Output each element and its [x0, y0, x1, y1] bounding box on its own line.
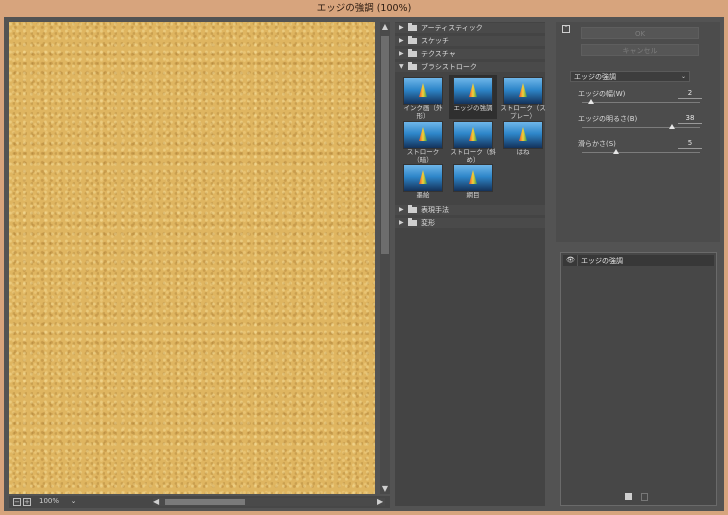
filter-label: インク画（外形）	[403, 104, 443, 120]
new-effect-layer-icon[interactable]	[625, 493, 632, 500]
param-label: エッジの幅(W)	[578, 90, 626, 98]
param-label: エッジの明るさ(B)	[578, 115, 638, 123]
zoom-in-button[interactable]: +	[23, 498, 31, 506]
slider-knob[interactable]	[588, 99, 595, 104]
param-smoothness: 滑らかさ(S) 5	[578, 139, 702, 161]
filter-thumb-angled-strokes[interactable]: ストローク（斜め）	[449, 119, 497, 164]
ok-button[interactable]: OK	[581, 27, 699, 39]
category-label: スケッチ	[421, 37, 449, 45]
scrollbar-thumb[interactable]	[381, 36, 389, 254]
filter-thumb-sprayed-strokes[interactable]: ストローク（スプレー）	[499, 75, 547, 120]
filter-label: エッジの強調	[453, 104, 493, 112]
category-distort[interactable]: ▶ 変形	[395, 218, 545, 228]
slider-track[interactable]	[582, 102, 700, 103]
category-label: 変形	[421, 219, 435, 227]
scroll-down-icon[interactable]: ▼	[380, 484, 390, 494]
triangle-down-icon: ▼	[399, 63, 404, 70]
filter-preview-image	[453, 164, 493, 192]
param-edge-brightness: エッジの明るさ(B) 38	[578, 114, 702, 136]
filter-select[interactable]: エッジの強調 ⌄	[570, 71, 690, 82]
zoom-out-button[interactable]: −	[13, 498, 21, 506]
folder-open-icon	[408, 62, 417, 70]
category-stylize[interactable]: ▶ 表現手法	[395, 205, 545, 215]
scrollbar-thumb[interactable]	[165, 499, 245, 505]
triangle-right-icon: ▶	[399, 50, 404, 57]
effect-layer-row[interactable]: 👁 エッジの強調	[563, 255, 714, 266]
preview-vertical-scrollbar[interactable]: ▲ ▼	[380, 22, 390, 494]
chevron-down-icon: ⌄	[680, 73, 686, 80]
preview-canvas[interactable]	[9, 22, 375, 494]
folder-icon	[408, 218, 417, 226]
filter-preview-image	[503, 77, 543, 105]
filter-label: ストローク（スプレー）	[500, 104, 546, 120]
filter-settings-panel: ⌃ OK キャンセル エッジの強調 ⌄ エッジの幅(W) 2 エッジの明るさ(B…	[556, 22, 720, 242]
collapse-gallery-icon[interactable]: ⌃	[562, 25, 570, 33]
filter-preview-image	[453, 121, 493, 149]
preview-status-bar: − + 100% ⌄ ◀ ▶	[9, 496, 390, 508]
filter-label: 網目	[466, 191, 480, 199]
scroll-up-icon[interactable]: ▲	[380, 22, 390, 32]
triangle-right-icon: ▶	[399, 24, 404, 31]
slider-knob[interactable]	[668, 124, 675, 129]
effect-layer-label: エッジの強調	[581, 257, 623, 265]
category-texture[interactable]: ▶ テクスチャ	[395, 49, 545, 59]
triangle-right-icon: ▶	[399, 219, 404, 226]
param-value-input[interactable]: 5	[678, 139, 702, 149]
effect-layers-list: 👁 エッジの強調	[560, 252, 717, 506]
zoom-level: 100%	[39, 497, 60, 505]
eye-icon[interactable]: 👁	[566, 256, 575, 264]
category-sketch[interactable]: ▶ スケッチ	[395, 36, 545, 46]
folder-icon	[408, 205, 417, 213]
chevron-down-icon[interactable]: ⌄	[69, 497, 78, 506]
filter-preview-image	[403, 121, 443, 149]
divider	[577, 255, 578, 266]
slider-knob[interactable]	[612, 149, 619, 154]
param-edge-width: エッジの幅(W) 2	[578, 89, 702, 111]
filter-thumb-sumi-e[interactable]: 墨絵	[399, 162, 447, 206]
window-title: エッジの強調 (100%)	[316, 3, 412, 14]
slider-track[interactable]	[582, 127, 700, 128]
filter-label: はね	[516, 148, 530, 156]
cancel-button[interactable]: キャンセル	[581, 44, 699, 56]
param-value-input[interactable]: 2	[678, 89, 702, 99]
filter-thumb-accented-edges[interactable]: エッジの強調	[449, 75, 497, 119]
folder-icon	[408, 23, 417, 31]
triangle-right-icon: ▶	[399, 206, 404, 213]
slider-track[interactable]	[582, 152, 700, 153]
param-label: 滑らかさ(S)	[578, 140, 616, 148]
folder-icon	[408, 49, 417, 57]
category-label: ブラシストローク	[421, 63, 477, 71]
filter-thumb-spatter[interactable]: はね	[499, 119, 547, 163]
filter-label: 墨絵	[416, 191, 430, 199]
category-label: テクスチャ	[421, 50, 456, 58]
filter-preview-image	[403, 77, 443, 105]
filter-preview-image	[403, 164, 443, 192]
category-brush-strokes[interactable]: ▼ ブラシストローク	[395, 62, 545, 72]
filter-select-value: エッジの強調	[574, 73, 616, 81]
filter-preview-image	[453, 77, 493, 105]
filter-gallery: ▶ アーティスティック ▶ スケッチ ▶ テクスチャ ▼ ブラシストローク イン…	[395, 22, 547, 506]
category-artistic[interactable]: ▶ アーティスティック	[395, 23, 545, 33]
filter-thumb-crosshatch[interactable]: 網目	[449, 162, 497, 206]
triangle-right-icon: ▶	[399, 37, 404, 44]
preview-horizontal-scrollbar[interactable]: ◀ ▶	[153, 497, 385, 506]
filter-thumb-ink-outlines[interactable]: インク画（外形）	[399, 75, 447, 120]
filter-preview-image	[503, 121, 543, 149]
category-label: アーティスティック	[421, 24, 483, 32]
scroll-right-icon[interactable]: ▶	[377, 497, 385, 506]
filter-gallery-dialog: ▲ ▼ − + 100% ⌄ ◀ ▶ ▶ アーティスティック ▶ スケッチ ▶ …	[4, 17, 724, 511]
category-label: 表現手法	[421, 206, 449, 214]
folder-icon	[408, 36, 417, 44]
param-value-input[interactable]: 38	[678, 114, 702, 124]
scroll-left-icon[interactable]: ◀	[153, 497, 161, 506]
filter-thumb-dark-strokes[interactable]: ストローク（暗）	[399, 119, 447, 164]
trash-icon[interactable]	[641, 493, 648, 501]
